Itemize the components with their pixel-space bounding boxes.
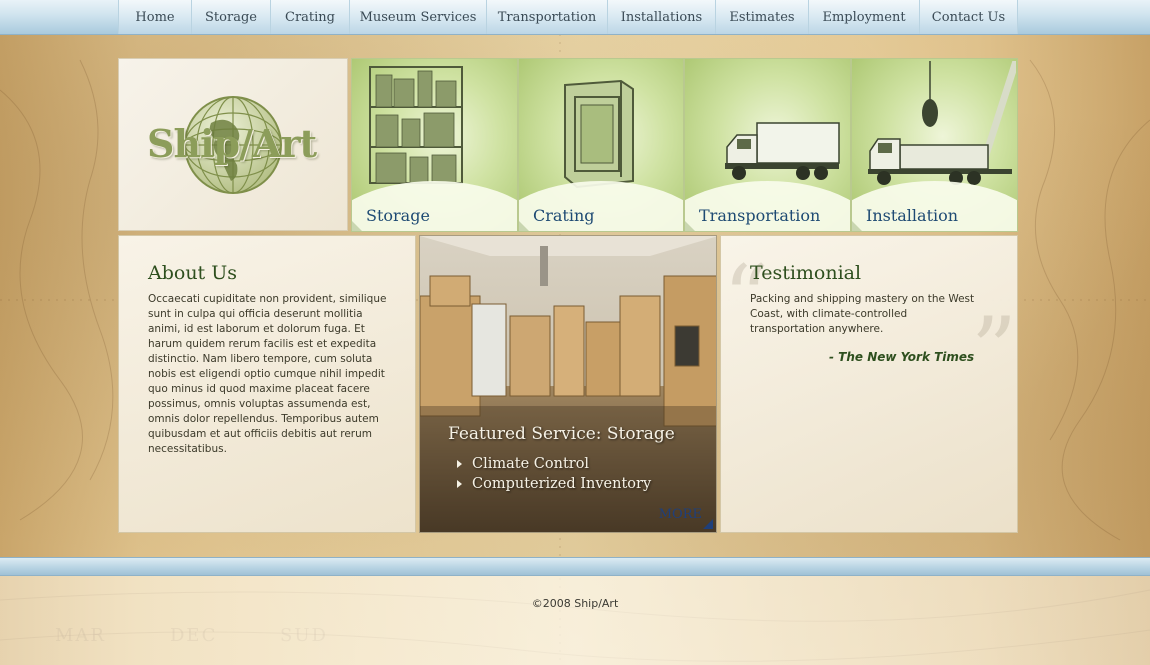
tile-corner xyxy=(685,221,695,231)
testimonial-panel: “ ” Testimonial Packing and shipping mas… xyxy=(720,235,1018,533)
shelving-icon xyxy=(369,66,463,184)
tile-transportation[interactable]: Transportation xyxy=(684,58,851,232)
tile-corner xyxy=(852,221,862,231)
about-title: About Us xyxy=(148,262,237,284)
tile-label-storage: Storage xyxy=(366,206,430,225)
tile-crating[interactable]: Crating xyxy=(518,58,684,232)
service-tiles: Storage Crating Transportation Installat… xyxy=(351,58,1018,232)
bullet-arrow-icon xyxy=(457,460,462,468)
truck-icon xyxy=(725,122,840,180)
nav-item-transportation[interactable]: Transportation xyxy=(486,0,607,34)
nav-item-crating[interactable]: Crating xyxy=(270,0,349,34)
bullet-arrow-icon xyxy=(457,480,462,488)
nav-item-employment[interactable]: Employment xyxy=(808,0,919,34)
featured-list: Climate Control Computerized Inventory xyxy=(457,454,652,494)
about-body: Occaecati cupiditate non provident, simi… xyxy=(148,293,387,455)
tile-corner xyxy=(519,221,529,231)
top-navigation-bar: Home Storage Crating Museum Services Tra… xyxy=(0,0,1150,35)
crane-truck-icon xyxy=(868,61,1016,185)
tile-label-transportation: Transportation xyxy=(699,206,821,225)
crate-icon xyxy=(564,79,634,189)
logo-wordmark: Ship/Art xyxy=(147,121,317,166)
nav-item-contact-us[interactable]: Contact Us xyxy=(919,0,1018,34)
nav-item-home[interactable]: Home xyxy=(118,0,191,34)
featured-list-item: Climate Control xyxy=(457,454,651,474)
nav-item-museum-services[interactable]: Museum Services xyxy=(349,0,486,34)
testimonial-source: - The New York Times xyxy=(829,350,975,364)
tile-label-crating: Crating xyxy=(533,206,595,225)
footer-bar xyxy=(0,557,1150,576)
featured-item-label: Climate Control xyxy=(472,456,590,472)
tile-installation[interactable]: Installation xyxy=(851,58,1018,232)
footer-area xyxy=(0,576,1150,665)
tile-label-installation: Installation xyxy=(866,206,959,225)
about-panel: About Us Occaecati cupiditate non provid… xyxy=(118,235,416,533)
copyright: ©2008 Ship/Art xyxy=(531,597,619,610)
main-nav: Home Storage Crating Museum Services Tra… xyxy=(118,0,1018,34)
featured-title: Featured Service: Storage xyxy=(448,424,675,444)
featured-service-panel[interactable]: Featured Service: Storage Climate Contro… xyxy=(419,235,717,533)
corner-arrow-icon[interactable] xyxy=(703,519,713,529)
testimonial-quote: Packing and shipping mastery on the West… xyxy=(750,293,975,335)
tile-corner xyxy=(352,221,362,231)
close-quote-icon: ” xyxy=(971,298,1018,403)
featured-list-item: Computerized Inventory xyxy=(457,474,652,494)
featured-item-label: Computerized Inventory xyxy=(472,476,652,492)
nav-item-installations[interactable]: Installations xyxy=(607,0,715,34)
more-link[interactable]: MORE xyxy=(659,507,702,522)
logo-panel[interactable]: Ship/Art xyxy=(118,58,348,231)
tile-storage[interactable]: Storage xyxy=(351,58,518,232)
nav-item-storage[interactable]: Storage xyxy=(191,0,270,34)
testimonial-title: Testimonial xyxy=(750,262,862,284)
nav-item-estimates[interactable]: Estimates xyxy=(715,0,808,34)
